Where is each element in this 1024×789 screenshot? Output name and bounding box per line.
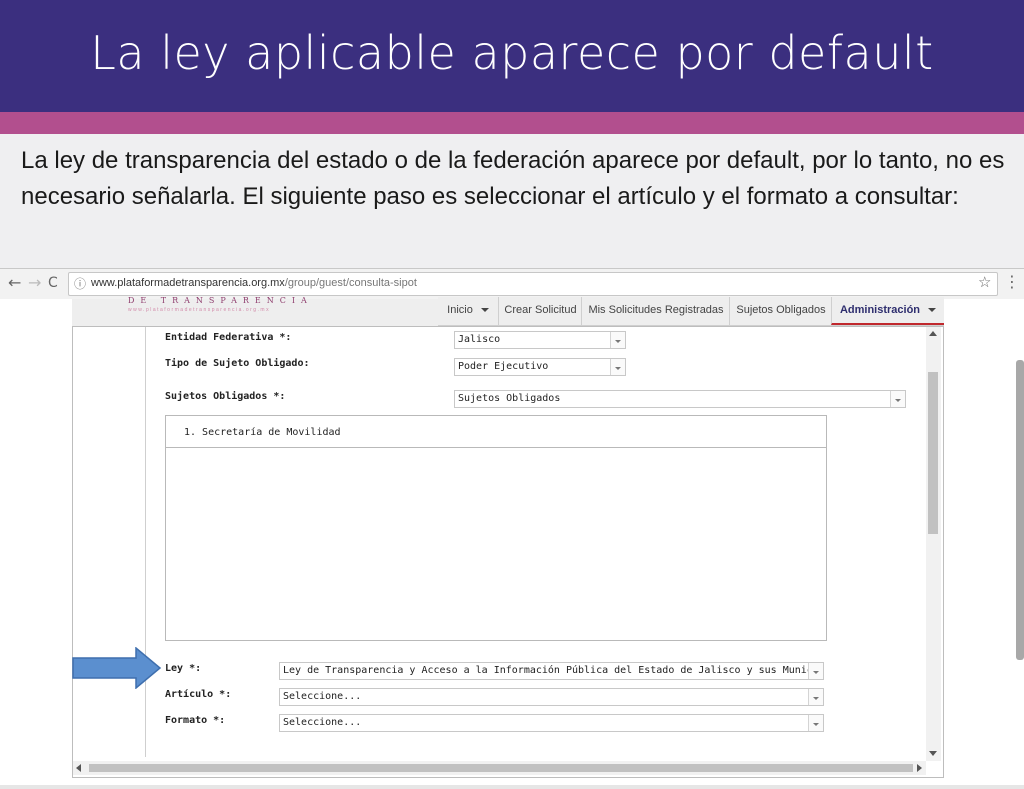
url-host: www.plataformadetransparencia.org.mx: [91, 277, 285, 289]
tipo-sujeto-label: Tipo de Sujeto Obligado:: [165, 358, 310, 369]
tipo-sujeto-select[interactable]: Poder Ejecutivo: [454, 358, 626, 376]
chevron-down-icon: [480, 308, 489, 313]
chevron-down-icon[interactable]: [808, 715, 823, 731]
nav-inicio-label: Inicio: [447, 304, 473, 316]
horizontal-scroll-thumb[interactable]: [89, 764, 913, 772]
slide-bottom-edge: [0, 785, 1024, 789]
chevron-down-icon[interactable]: [808, 663, 823, 679]
url-text: www.plataformadetransparencia.org.mx/gro…: [91, 277, 417, 289]
scroll-left-icon[interactable]: [76, 764, 81, 772]
frame-divider: [145, 327, 146, 757]
url-path: /group/guest/consulta-sipot: [284, 277, 417, 289]
reload-icon[interactable]: C: [48, 275, 58, 291]
nav-mis-solicitudes[interactable]: Mis Solicitudes Registradas: [581, 297, 730, 325]
bookmark-star-icon[interactable]: ☆: [978, 273, 991, 291]
vertical-scroll-thumb[interactable]: [928, 372, 938, 534]
back-icon[interactable]: ←: [8, 273, 21, 292]
articulo-label: Artículo *:: [165, 689, 232, 700]
page-scrollbar-thumb[interactable]: [1016, 360, 1024, 660]
sujetos-label: Sujetos Obligados *:: [165, 391, 286, 402]
site-logo-subtext: www.plataformadetransparencia.org.mx: [128, 307, 271, 313]
formato-value: Seleccione...: [283, 717, 362, 728]
scroll-up-icon[interactable]: [929, 331, 937, 336]
nav-sujetos-obligados[interactable]: Sujetos Obligados: [729, 297, 832, 325]
sujetos-list: 1. Secretaría de Movilidad: [165, 415, 827, 641]
entidad-value: Jalisco: [458, 334, 501, 345]
browser-menu-icon[interactable]: ⋮: [1004, 272, 1020, 291]
scroll-right-icon[interactable]: [917, 764, 922, 772]
site-logo-text: DE TRANSPARENCIA: [128, 296, 313, 305]
entidad-select[interactable]: Jalisco: [454, 331, 626, 349]
forward-icon[interactable]: →: [28, 273, 41, 292]
nav-administracion-label: Administración: [839, 304, 921, 316]
slide-title: La ley aplicable aparece por default: [90, 26, 934, 80]
nav-crear-solicitud[interactable]: Crear Solicitud: [498, 297, 582, 325]
nav-inicio[interactable]: Inicio: [438, 297, 498, 325]
articulo-select[interactable]: Seleccione...: [279, 688, 824, 706]
ley-select[interactable]: Ley de Transparencia y Acceso a la Infor…: [279, 662, 824, 680]
articulo-value: Seleccione...: [283, 691, 362, 702]
formato-label: Formato *:: [165, 715, 226, 726]
sujetos-select[interactable]: Sujetos Obligados: [454, 390, 906, 408]
ley-value: Ley de Transparencia y Acceso a la Infor…: [283, 665, 824, 676]
entidad-label: Entidad Federativa *:: [165, 332, 292, 343]
chevron-down-icon: [928, 308, 937, 313]
nav-administracion[interactable]: Administración: [831, 297, 944, 325]
ley-label: Ley *:: [165, 663, 202, 674]
pointer-arrow-icon: [72, 647, 162, 689]
slide-body-text: La ley de transparencia del estado o de …: [21, 147, 1005, 210]
chevron-down-icon[interactable]: [610, 332, 625, 348]
chevron-down-icon[interactable]: [890, 391, 905, 407]
formato-select[interactable]: Seleccione...: [279, 714, 824, 732]
site-navbar: Inicio Crear Solicitud Mis Solicitudes R…: [438, 297, 944, 326]
info-icon[interactable]: ⓘ: [74, 275, 86, 292]
address-bar[interactable]: ⓘ www.plataformadetransparencia.org.mx/g…: [68, 272, 998, 296]
accent-bar: [0, 112, 1024, 134]
sujetos-value: Sujetos Obligados: [458, 393, 561, 404]
list-item[interactable]: 1. Secretaría de Movilidad: [166, 416, 826, 448]
chevron-down-icon[interactable]: [808, 689, 823, 705]
chevron-down-icon[interactable]: [610, 359, 625, 375]
tipo-sujeto-value: Poder Ejecutivo: [458, 361, 549, 372]
scroll-down-icon[interactable]: [929, 751, 937, 756]
